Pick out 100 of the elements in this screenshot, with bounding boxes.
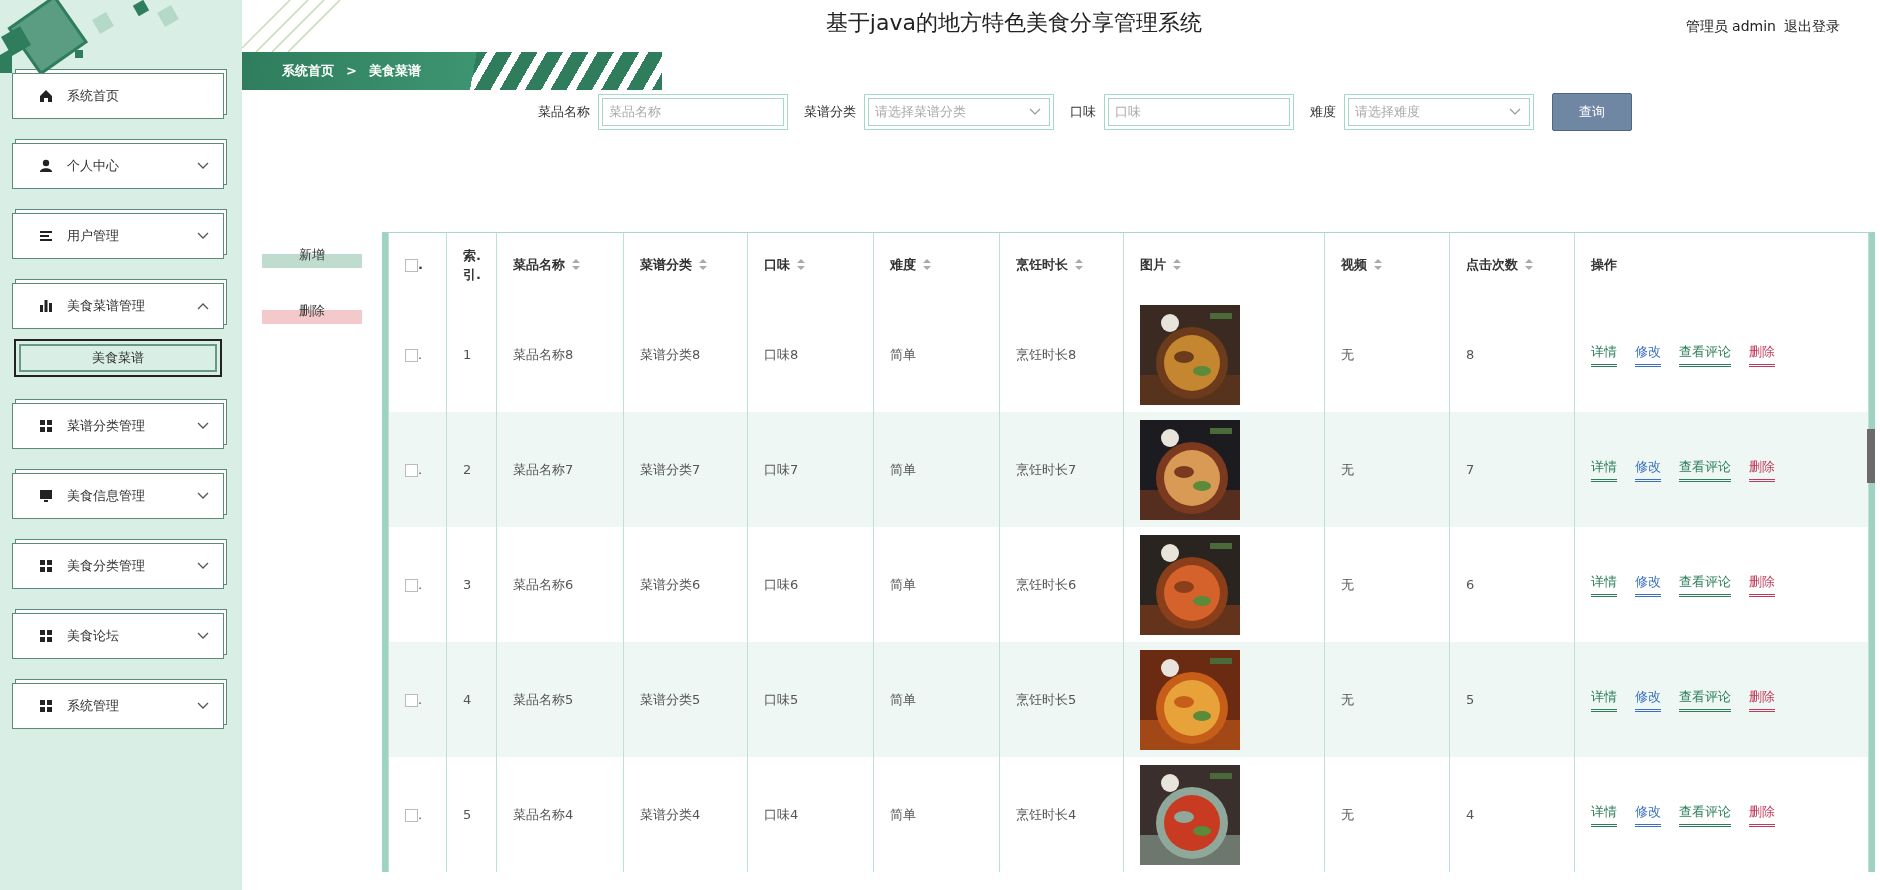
table-cell: 7 [1466, 461, 1475, 477]
action-link[interactable]: 修改 [1635, 456, 1661, 483]
action-link[interactable]: 详情 [1591, 686, 1617, 713]
action-link[interactable]: 查看评论 [1679, 456, 1731, 483]
table-cell: 菜谱分类6 [640, 576, 701, 592]
chevron-down-icon [197, 632, 209, 640]
action-link[interactable]: 修改 [1635, 686, 1661, 713]
table-cell: 菜品名称4 [513, 806, 574, 822]
home-icon [39, 89, 53, 103]
action-link[interactable]: 修改 [1635, 341, 1661, 368]
action-link[interactable]: 删除 [1749, 456, 1775, 483]
table-cell: 无 [1341, 806, 1354, 822]
action-link[interactable]: 查看评论 [1679, 341, 1731, 368]
breadcrumb-link[interactable]: 系统首页 [282, 61, 334, 81]
table-cell: 3 [463, 576, 472, 592]
checkbox[interactable] [405, 808, 418, 822]
table-cell: 简单 [890, 691, 916, 707]
checkbox[interactable] [405, 578, 418, 592]
table-cell: 简单 [890, 346, 916, 362]
sort-icon [1524, 258, 1534, 272]
row-mark: . [418, 806, 423, 822]
chevron-down-icon [197, 702, 209, 710]
action-link[interactable]: 查看评论 [1679, 571, 1731, 598]
checkbox[interactable] [405, 693, 418, 707]
column-header: 视频 [1341, 257, 1367, 273]
action-link[interactable]: 修改 [1635, 801, 1661, 828]
chevron-up-icon [197, 302, 209, 310]
chevron-down-icon [197, 232, 209, 240]
table-cell: 8 [1466, 346, 1475, 362]
table-cell: 简单 [890, 806, 916, 822]
grid-icon [39, 629, 53, 643]
action-link[interactable]: 删除 [1749, 341, 1775, 368]
table-cell: 5 [1466, 691, 1475, 707]
table-cell: 无 [1341, 346, 1354, 362]
chevron-down-icon [197, 562, 209, 570]
column-header: 索. 引. [463, 247, 481, 282]
table-cell: 口味6 [764, 576, 799, 592]
input-field[interactable]: 菜品名称 [598, 94, 788, 130]
table-cell: 简单 [890, 461, 916, 477]
action-link[interactable]: 查看评论 [1679, 801, 1731, 828]
column-header: 菜谱分类 [640, 257, 692, 273]
field-label: 菜品名称 [538, 103, 590, 122]
checkbox[interactable] [405, 259, 418, 273]
table-cell: 菜谱分类7 [640, 461, 701, 477]
user-name: 管理员 admin [1685, 17, 1776, 34]
column-header: 图片 [1140, 257, 1166, 273]
breadcrumb-link[interactable]: 美食菜谱 [368, 61, 421, 81]
action-link[interactable]: 详情 [1591, 801, 1617, 828]
sort-icon [1172, 258, 1182, 272]
scrollbar-thumb[interactable] [1867, 429, 1875, 483]
grid-icon [39, 419, 53, 433]
select-field[interactable]: 请选择难度 [1344, 94, 1534, 130]
column-header: 操作 [1591, 257, 1617, 273]
table-cell: 烹饪时长6 [1016, 576, 1077, 592]
sort-icon [571, 258, 581, 272]
input-field[interactable]: 口味 [1104, 94, 1294, 130]
action-link[interactable]: 删除 [1749, 801, 1775, 828]
table-cell: 无 [1341, 691, 1354, 707]
action-link[interactable]: 详情 [1591, 341, 1617, 368]
row-mark: . [418, 461, 423, 477]
action-link[interactable]: 修改 [1635, 571, 1661, 598]
table-cell: 5 [463, 806, 472, 822]
table-cell: 2 [463, 461, 472, 477]
table-cell: 口味7 [764, 461, 799, 477]
table-cell: 6 [1466, 576, 1475, 592]
field-label: 口味 [1070, 103, 1096, 122]
table-cell: 无 [1341, 461, 1354, 477]
sidebar-submenu-item[interactable]: 美食菜谱 [14, 339, 222, 377]
action-link[interactable]: 删除 [1749, 686, 1775, 713]
field-label: 菜谱分类 [804, 103, 856, 122]
action-link[interactable]: 详情 [1591, 456, 1617, 483]
chevron-down-icon [197, 422, 209, 430]
action-link[interactable]: 删除 [1749, 571, 1775, 598]
checkbox[interactable] [405, 463, 418, 477]
action-link[interactable]: 详情 [1591, 571, 1617, 598]
table-cell: 菜谱分类8 [640, 346, 701, 362]
checkbox[interactable] [405, 348, 418, 362]
logout-link[interactable]: 退出登录 [1784, 17, 1840, 34]
table-cell: 烹饪时长7 [1016, 461, 1077, 477]
table-cell: 1 [463, 346, 472, 362]
column-header: 菜品名称 [513, 257, 565, 273]
user-icon [39, 159, 53, 173]
search-button[interactable]: 查询 [1552, 93, 1632, 131]
table-cell: 菜品名称7 [513, 461, 574, 477]
bar-chart-icon [39, 299, 53, 313]
column-header: 点击次数 [1466, 257, 1518, 273]
chevron-down-icon [197, 492, 209, 500]
breadcrumb-separator: > [346, 62, 357, 81]
table-cell: 4 [1466, 806, 1475, 822]
list-icon [39, 229, 53, 243]
table-cell: 简单 [890, 576, 916, 592]
select-field[interactable]: 请选择菜谱分类 [864, 94, 1054, 130]
grid-icon [39, 559, 53, 573]
table-cell: 菜谱分类4 [640, 806, 701, 822]
sort-icon [1373, 258, 1383, 272]
table-cell: 口味4 [764, 806, 799, 822]
table-cell: 口味5 [764, 691, 799, 707]
action-link[interactable]: 查看评论 [1679, 686, 1731, 713]
column-header: 口味 [764, 257, 790, 273]
page-title: 基于java的地方特色美食分享管理系统 [825, 10, 1202, 35]
